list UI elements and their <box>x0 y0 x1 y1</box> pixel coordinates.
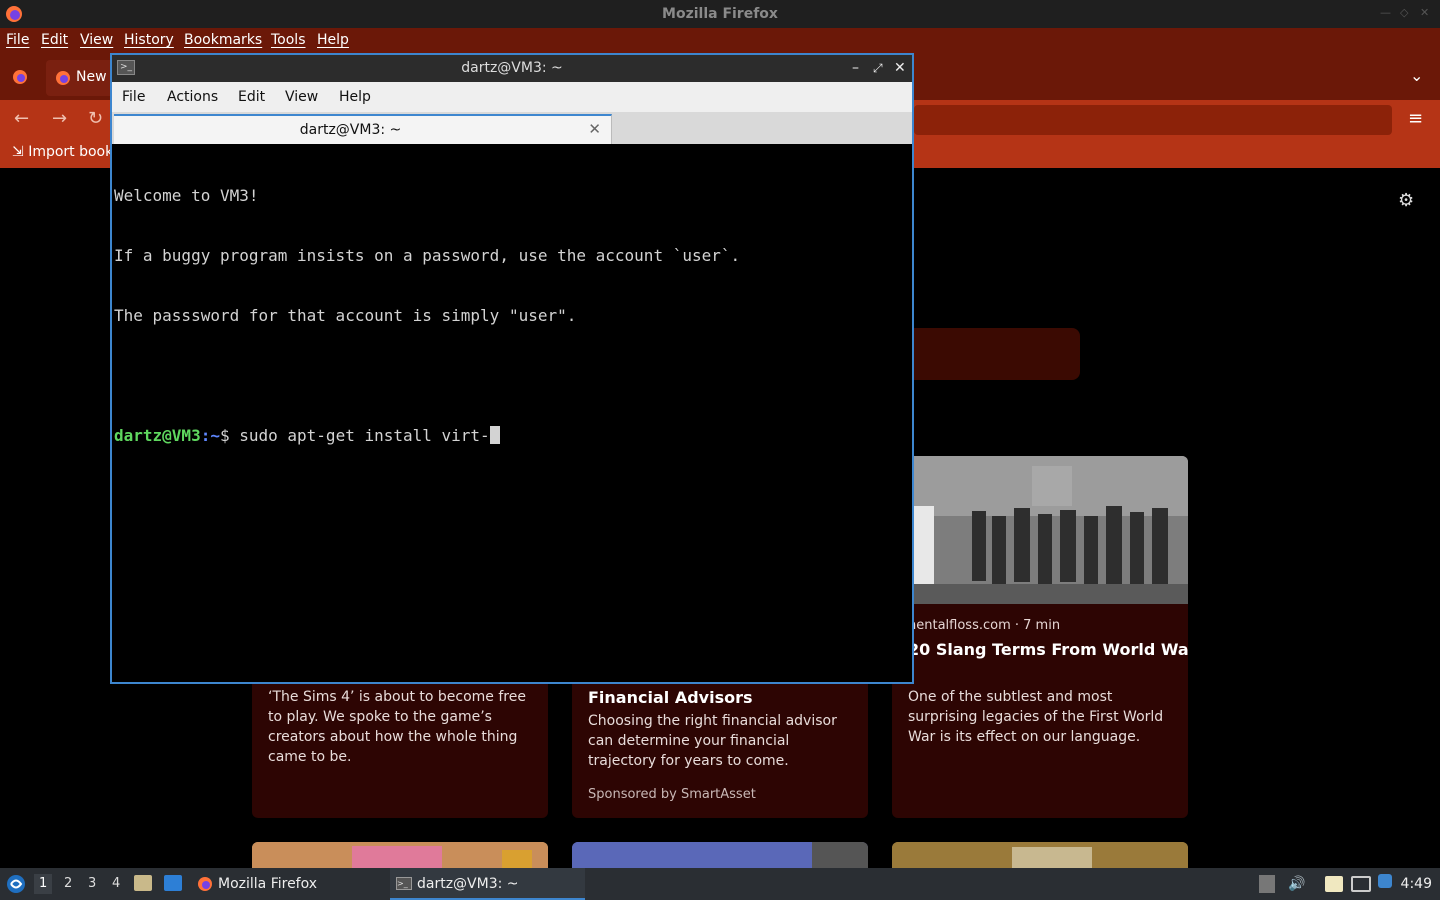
reload-icon[interactable]: ↻ <box>88 109 103 129</box>
menu-help[interactable]: Help <box>317 32 349 48</box>
firefox-menubar: File Edit View History Bookmarks Tools H… <box>0 28 1440 54</box>
terminal-menu-edit[interactable]: Edit <box>238 89 265 105</box>
tab-label: New <box>76 69 107 85</box>
story-card-sims[interactable]: ‘The Sims 4’ is about to become free to … <box>252 668 548 818</box>
terminal-tab[interactable]: dartz@VM3: ~ ✕ <box>114 114 612 144</box>
firefox-view-icon[interactable] <box>11 68 29 86</box>
prompt-symbol: $ <box>219 426 240 445</box>
close-icon[interactable]: ✕ <box>894 59 906 77</box>
story-excerpt: ‘The Sims 4’ is about to become free to … <box>268 689 526 765</box>
sponsored-label: Sponsored by SmartAsset <box>588 787 756 802</box>
window-title: Mozilla Firefox <box>662 6 778 22</box>
task-label: Mozilla Firefox <box>218 876 318 892</box>
workspace-2[interactable]: 2 <box>64 876 72 891</box>
menu-view[interactable]: View <box>80 32 113 48</box>
task-label: dartz@VM3: ~ <box>417 876 519 892</box>
story-card-financial[interactable]: Financial Advisors Choosing the right fi… <box>572 668 868 818</box>
terminal-menubar: File Actions Edit View Help <box>112 82 912 112</box>
terminal-window[interactable]: >_ dartz@VM3: ~ – ⤢ ✕ File Actions Edit … <box>110 53 914 684</box>
workspace-4[interactable]: 4 <box>112 876 120 891</box>
notification-icon[interactable] <box>1378 874 1392 888</box>
prompt-user: dartz@VM3 <box>114 426 201 445</box>
url-bar[interactable] <box>914 105 1392 135</box>
close-tab-icon[interactable]: ✕ <box>588 120 601 138</box>
menu-file[interactable]: File <box>6 32 29 48</box>
taskbar: 1 2 3 4 Mozilla Firefox >_ dartz@VM3: ~ … <box>0 868 1440 900</box>
story-photo <box>892 456 1188 604</box>
maximize-icon[interactable]: ⤢ <box>873 59 883 77</box>
story-source: nentalfloss.com · 7 min <box>908 618 1061 633</box>
story-thumbnail-image <box>252 842 548 868</box>
text-cursor <box>489 426 500 444</box>
back-arrow-icon[interactable]: ← <box>14 109 29 129</box>
terminal-line: The passsword for that account is simply… <box>114 306 577 325</box>
terminal-title: dartz@VM3: ~ <box>461 60 563 76</box>
prompt-path: :~ <box>200 426 220 445</box>
story-thumbnail-image <box>892 842 1188 868</box>
clipboard-icon[interactable] <box>1325 876 1343 892</box>
network-icon[interactable] <box>1351 876 1371 892</box>
terminal-menu-file[interactable]: File <box>122 89 145 105</box>
story-excerpt: Choosing the right financial advisor can… <box>588 713 837 769</box>
story-excerpt: One of the subtlest and most surprising … <box>908 689 1164 745</box>
soldiers-photo-image <box>892 456 1188 604</box>
gear-icon[interactable]: ⚙ <box>1398 190 1418 211</box>
story-card-bottom-3[interactable] <box>892 842 1188 868</box>
clock[interactable]: 4:49 <box>1401 876 1432 892</box>
workspace-1[interactable]: 1 <box>34 874 53 894</box>
menu-tools[interactable]: Tools <box>271 32 306 48</box>
terminal-tab-label: dartz@VM3: ~ <box>299 122 402 138</box>
terminal-prompt-line: dartz@VM3:~$ sudo apt-get install virt- <box>114 426 910 446</box>
minimize-icon[interactable]: – <box>852 59 859 77</box>
task-firefox[interactable]: Mozilla Firefox <box>192 868 382 900</box>
minimize-icon[interactable]: — <box>1380 6 1391 19</box>
import-bookmarks-link[interactable]: ⇲ Import book <box>12 144 113 160</box>
terminal-menu-help[interactable]: Help <box>339 89 371 105</box>
story-card-bottom-2[interactable] <box>572 842 868 868</box>
forward-arrow-icon[interactable]: → <box>52 109 67 129</box>
workspace-3[interactable]: 3 <box>88 876 96 891</box>
menu-edit[interactable]: Edit <box>41 32 68 48</box>
terminal-menu-actions[interactable]: Actions <box>167 89 218 105</box>
hamburger-menu-icon[interactable]: ≡ <box>1408 109 1423 129</box>
story-title: 20 Slang Terms From World War <box>908 640 1188 659</box>
maximize-icon[interactable]: ◇ <box>1400 6 1408 19</box>
terminal-line: Welcome to VM3! <box>114 186 259 205</box>
menu-bookmarks[interactable]: Bookmarks <box>184 32 262 48</box>
firefox-tab-icon <box>56 71 70 85</box>
terminal-task-icon: >_ <box>396 877 412 890</box>
firefox-titlebar: Mozilla Firefox — ◇ ✕ <box>0 0 1440 28</box>
terminal-titlebar[interactable]: >_ dartz@VM3: ~ – ⤢ ✕ <box>112 55 912 82</box>
start-menu-icon[interactable] <box>6 874 26 894</box>
menu-history[interactable]: History <box>124 32 174 48</box>
terminal-output[interactable]: Welcome to VM3! If a buggy program insis… <box>114 146 910 682</box>
story-title: Financial Advisors <box>588 688 753 707</box>
volume-icon[interactable]: 🔊 <box>1288 876 1305 892</box>
tray-updates-icon[interactable] <box>1259 875 1275 893</box>
import-bookmarks-label: Import book <box>28 144 114 160</box>
story-thumbnail-image <box>572 842 868 868</box>
firefox-task-icon <box>198 877 212 891</box>
terminal-tabbar: dartz@VM3: ~ ✕ <box>112 112 912 144</box>
terminal-line: If a buggy program insists on a password… <box>114 246 741 265</box>
task-terminal[interactable]: >_ dartz@VM3: ~ <box>390 868 585 900</box>
story-card-bottom-1[interactable] <box>252 842 548 868</box>
typed-command: sudo apt-get install virt- <box>239 426 490 445</box>
story-card-slang[interactable]: nentalfloss.com · 7 min 20 Slang Terms F… <box>892 456 1188 818</box>
file-manager-icon[interactable] <box>134 875 152 891</box>
terminal-menu-view[interactable]: View <box>285 89 318 105</box>
close-icon[interactable]: ✕ <box>1420 6 1429 19</box>
show-desktop-icon[interactable] <box>164 875 182 891</box>
list-tabs-chevron-icon[interactable]: ⌄ <box>1410 66 1423 85</box>
